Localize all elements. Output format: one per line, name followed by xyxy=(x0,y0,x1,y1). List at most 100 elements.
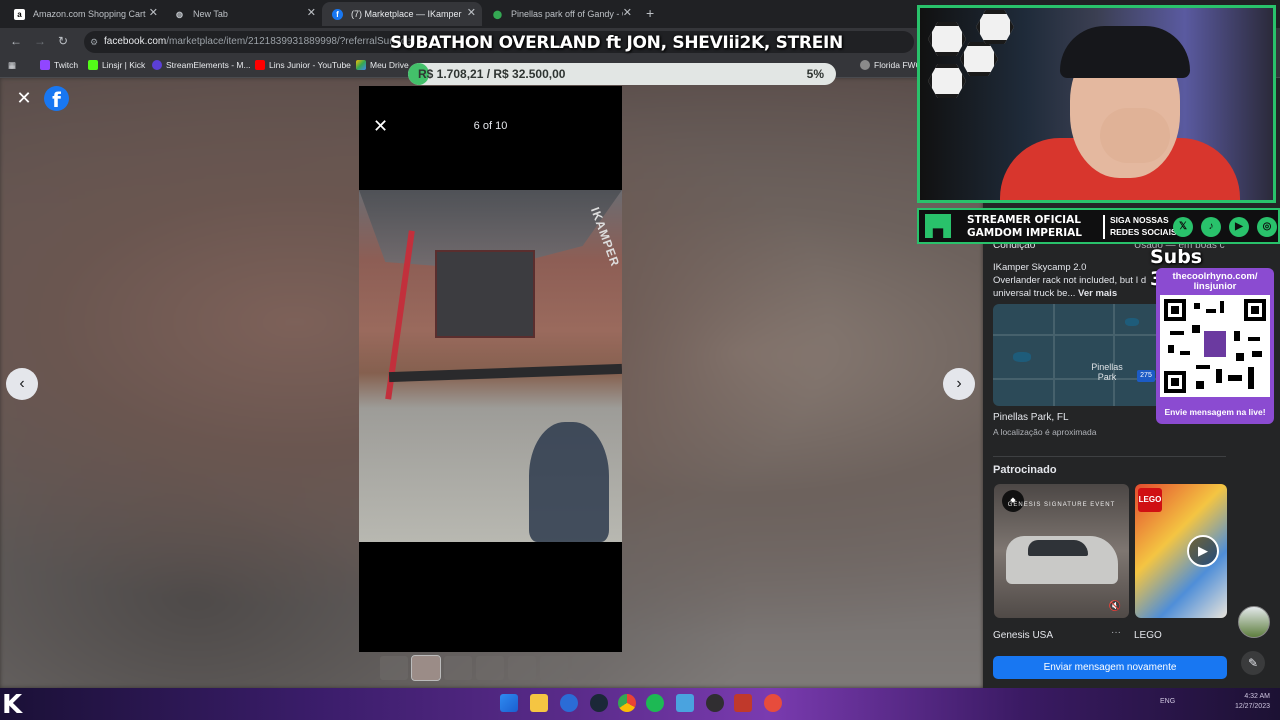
hex-shelf xyxy=(960,42,998,76)
new-tab-button[interactable]: + xyxy=(646,5,654,21)
close-tab-icon[interactable]: ✕ xyxy=(623,6,632,19)
edge-icon[interactable] xyxy=(560,694,578,712)
qr-module xyxy=(1196,365,1210,369)
location-map[interactable]: Pinellas Park 275 xyxy=(993,304,1163,406)
qr-finder xyxy=(1244,299,1266,321)
banner-line-2: GAMDOM IMPERIAL xyxy=(967,227,1082,239)
map-road xyxy=(1053,304,1055,406)
donation-goal-bar: R$ 1.708,21 / R$ 32.500,00 5% xyxy=(408,63,836,85)
kick-icon xyxy=(88,60,98,70)
language-indicator[interactable]: ENG xyxy=(1160,698,1175,705)
photo-thumbnail[interactable] xyxy=(380,656,408,680)
bookmark-youtube[interactable]: Lins Junior - YouTube xyxy=(255,60,351,70)
bookmark-label: Linsjr | Kick xyxy=(102,60,146,70)
description-text: Overlander rack not included, but I d un… xyxy=(993,275,1147,299)
tab-new-tab[interactable]: ◍ New Tab ✕ xyxy=(164,2,322,26)
photo-thumbnail[interactable] xyxy=(476,656,504,680)
listing-photo[interactable]: IKAMPER xyxy=(359,190,622,542)
divider xyxy=(993,456,1226,457)
x-twitter-icon: 𝕏 xyxy=(1173,217,1193,237)
back-icon[interactable]: ← xyxy=(10,34,22,48)
globe-icon: ◍ xyxy=(176,9,183,19)
qr-module xyxy=(1192,325,1200,333)
photo-thumbnail[interactable] xyxy=(540,656,568,680)
facebook-logo-icon[interactable]: f xyxy=(44,86,69,112)
webcam-feed xyxy=(917,5,1276,203)
lego-logo: LEGO xyxy=(1138,488,1162,512)
bookmark-label: Lins Junior - YouTube xyxy=(269,60,351,70)
close-viewer-icon[interactable]: ✕ xyxy=(14,88,34,108)
spotify-icon[interactable] xyxy=(646,694,664,712)
clock-date: 12/27/2023 xyxy=(1234,703,1270,710)
hex-shelf xyxy=(928,22,966,56)
qr-center-logo xyxy=(1204,331,1226,357)
tab-maps[interactable]: ⬤ Pinellas park off of Gandy - Go ✕ xyxy=(482,2,638,26)
bookmark-twitch[interactable]: Twitch xyxy=(40,60,78,70)
send-message-button[interactable]: Enviar mensagem novamente xyxy=(993,656,1227,679)
see-more-link[interactable]: Ver mais xyxy=(1078,288,1117,299)
photo-counter: 6 of 10 xyxy=(473,120,508,132)
streamelements-icon xyxy=(152,60,162,70)
car-window xyxy=(1028,540,1088,556)
chrome-icon[interactable] xyxy=(618,694,636,712)
kick-watermark-logo: K xyxy=(2,690,23,720)
bookmark-streamelements[interactable]: StreamElements - M... xyxy=(152,60,251,70)
banner-follow-2: REDES SOCIAIS xyxy=(1110,227,1177,237)
steam-icon[interactable] xyxy=(590,694,608,712)
chat-head-avatar[interactable] xyxy=(1238,606,1270,638)
clock[interactable]: 4:32 AM 12/27/2023 xyxy=(1230,692,1270,712)
clock-time: 4:32 AM xyxy=(1244,693,1270,700)
bookmark-drive[interactable]: Meu Drive xyxy=(356,60,409,70)
windows-start-icon[interactable] xyxy=(500,694,518,712)
tab-label: Amazon.com Shopping Cart xyxy=(33,9,146,19)
qr-module xyxy=(1194,303,1200,309)
qr-module xyxy=(1252,351,1262,357)
listing-description: IKamper Skycamp 2.0 Overlander rack not … xyxy=(993,261,1163,300)
ad-genesis[interactable]: ◆ GENESIS SIGNATURE EVENT 🔇 xyxy=(994,484,1129,618)
app-icon[interactable] xyxy=(734,694,752,712)
previous-photo-button[interactable]: ‹ xyxy=(6,368,38,400)
ad-advertiser-name[interactable]: LEGO xyxy=(1134,630,1162,641)
photo-viewer-panel: ✕ 6 of 10 IKAMPER xyxy=(359,86,622,652)
facebook-icon: f xyxy=(332,8,343,20)
maps-pin-icon: ⬤ xyxy=(493,9,502,19)
close-tab-icon[interactable]: ✕ xyxy=(149,6,158,19)
file-explorer-icon[interactable] xyxy=(530,694,548,712)
ad-advertiser-name[interactable]: Genesis USA xyxy=(993,630,1053,641)
tab-marketplace[interactable]: f (7) Marketplace — IKamper Sky ✕ xyxy=(322,2,482,26)
play-icon[interactable]: ▶ xyxy=(1187,535,1219,567)
qr-module xyxy=(1206,309,1216,313)
forward-icon[interactable]: → xyxy=(34,34,46,48)
close-tab-icon[interactable]: ✕ xyxy=(307,6,316,19)
photo-thumbnail[interactable] xyxy=(411,655,441,681)
apps-grid-icon[interactable]: ▦ xyxy=(8,60,16,71)
app-icon[interactable] xyxy=(764,694,782,712)
compose-message-icon[interactable]: ✎ xyxy=(1241,651,1265,675)
youtube-icon xyxy=(255,60,265,70)
map-lake xyxy=(1013,352,1031,362)
bookmark-kick[interactable]: Linsjr | Kick xyxy=(88,60,145,70)
app-icon[interactable] xyxy=(676,694,694,712)
tab-amazon[interactable]: a Amazon.com Shopping Cart ✕ xyxy=(4,2,164,26)
streamer-hands xyxy=(1100,108,1170,163)
person-shadow xyxy=(529,422,609,542)
thumbnail-strip xyxy=(380,655,602,682)
ad-tagline: GENESIS SIGNATURE EVENT xyxy=(1007,502,1116,508)
reload-icon[interactable]: ↻ xyxy=(58,34,68,48)
ad-lego[interactable]: LEGO ▶ xyxy=(1135,484,1227,618)
photo-thumbnail[interactable] xyxy=(444,656,472,680)
site-info-icon[interactable]: ⚙ xyxy=(90,31,98,53)
qr-module xyxy=(1248,367,1254,389)
obs-icon[interactable] xyxy=(706,694,724,712)
bookmark-florida-fwc[interactable]: Florida FWC xyxy=(860,60,922,70)
next-photo-button[interactable]: › xyxy=(943,368,975,400)
streamer-cap xyxy=(1060,26,1190,78)
close-tab-icon[interactable]: ✕ xyxy=(467,6,476,19)
qr-module xyxy=(1234,331,1240,341)
photo-thumbnail[interactable] xyxy=(572,656,600,680)
more-options-icon[interactable]: ··· xyxy=(1111,627,1121,638)
tab-label: Pinellas park off of Gandy - Go xyxy=(511,9,623,19)
qr-finder xyxy=(1164,299,1186,321)
mute-icon[interactable]: 🔇 xyxy=(1109,601,1121,612)
photo-thumbnail[interactable] xyxy=(508,656,536,680)
